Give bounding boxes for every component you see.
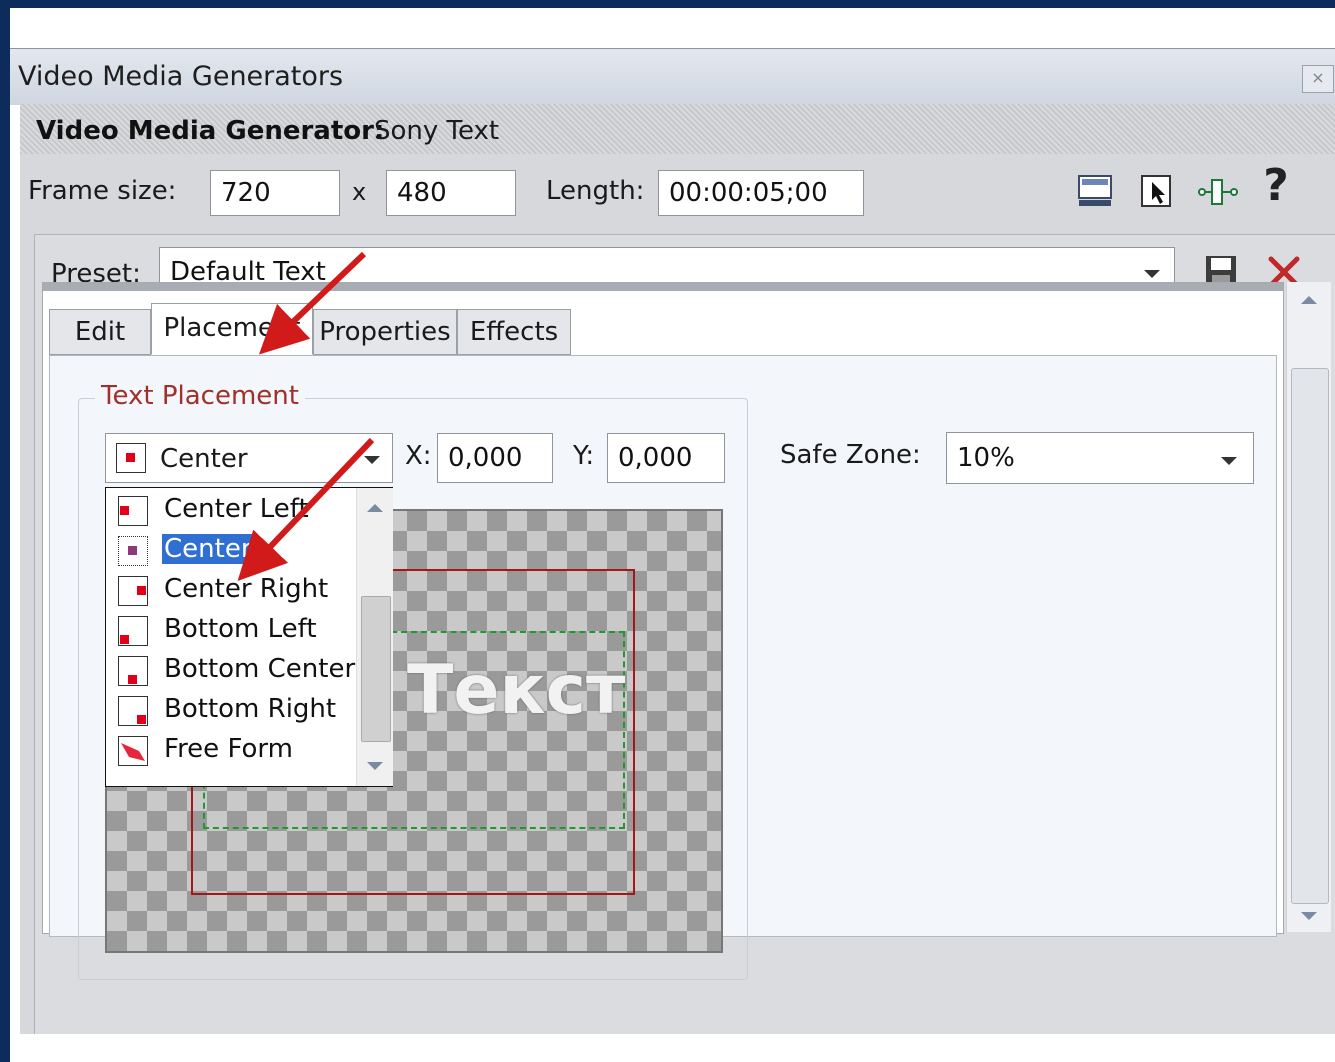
arrow-to-center-option [237, 437, 375, 582]
annotation-arrows [237, 251, 375, 582]
arrow-to-placement-tab [258, 251, 367, 355]
